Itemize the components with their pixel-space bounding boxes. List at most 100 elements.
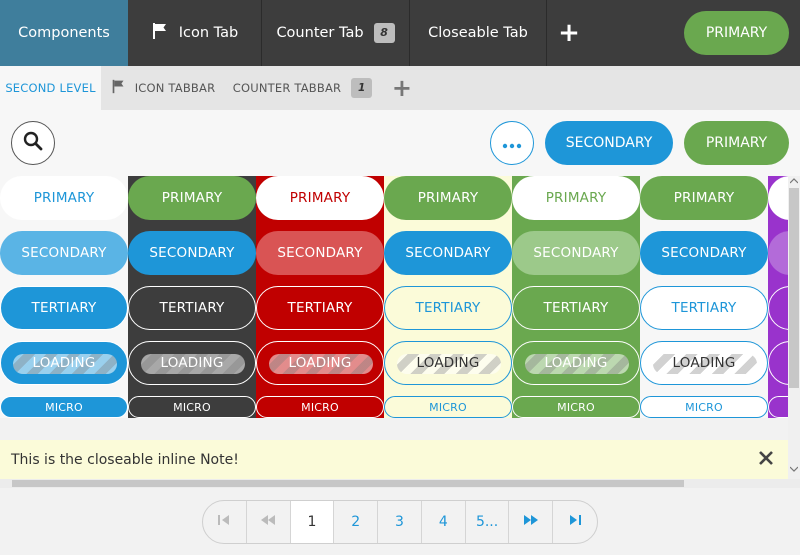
micro-button[interactable]: MICRO xyxy=(640,396,768,418)
button-column-light: PRIMARY SECONDARY TERTIARY LOADING MICRO xyxy=(384,176,512,418)
button-label: TERTIARY xyxy=(287,300,353,316)
tab-label: SECOND LEVEL xyxy=(5,81,96,95)
button-label: TERTIARY xyxy=(671,300,737,316)
button-label: PRIMARY xyxy=(673,190,735,206)
page-button-4[interactable]: 4 xyxy=(422,501,466,543)
tab-label: Icon Tab xyxy=(178,25,239,41)
secondary-button[interactable]: SECONDARY xyxy=(128,231,256,275)
button-column-purple xyxy=(768,176,788,418)
tab-second-level[interactable]: SECOND LEVEL xyxy=(0,66,101,110)
secondary-button[interactable]: SECONDARY xyxy=(512,231,640,275)
loading-button[interactable]: LOADING xyxy=(128,341,256,385)
more-options-button[interactable] xyxy=(490,121,534,165)
primary-button[interactable]: PRIMARY xyxy=(512,176,640,220)
button-label: PRIMARY xyxy=(545,190,607,206)
loading-button[interactable]: LOADING xyxy=(512,341,640,385)
secondary-button[interactable] xyxy=(768,231,788,275)
flag-icon xyxy=(151,22,169,44)
primary-button[interactable] xyxy=(768,176,788,220)
page-number: 5... xyxy=(475,514,499,530)
button-label: SECONDARY xyxy=(149,245,235,261)
button-label: MICRO xyxy=(429,400,467,414)
loading-button[interactable]: LOADING xyxy=(640,341,768,385)
tertiary-button[interactable]: TERTIARY xyxy=(128,286,256,330)
tab-label: COUNTER TABBAR xyxy=(232,81,342,95)
tertiary-button[interactable]: TERTIARY xyxy=(640,286,768,330)
toolbar: SECONDARY PRIMARY xyxy=(0,110,800,176)
tab-label: Components xyxy=(18,25,110,41)
loading-button[interactable]: LOADING xyxy=(0,341,128,385)
loading-button[interactable]: LOADING xyxy=(256,341,384,385)
tab-counter-tab[interactable]: Counter Tab 8 xyxy=(262,0,410,66)
page-button-1[interactable]: 1 xyxy=(290,501,335,543)
scroll-up-icon[interactable] xyxy=(788,176,800,188)
vertical-scroll-thumb[interactable] xyxy=(789,188,799,388)
primary-button[interactable]: PRIMARY xyxy=(256,176,384,220)
tab-components[interactable]: Components xyxy=(0,0,128,66)
last-page-button[interactable] xyxy=(553,501,597,543)
counter-badge: 8 xyxy=(373,23,395,43)
micro-button[interactable]: MICRO xyxy=(0,396,128,418)
toolbar-secondary-button[interactable]: SECONDARY xyxy=(545,121,673,165)
vertical-scrollbar[interactable] xyxy=(788,176,800,479)
secondary-button[interactable]: SECONDARY xyxy=(640,231,768,275)
tab-label: Counter Tab xyxy=(276,25,364,41)
button-label: SECONDARY xyxy=(277,245,363,261)
button-label: PRIMARY xyxy=(289,190,351,206)
button-column-white: PRIMARY SECONDARY TERTIARY LOADING MICRO xyxy=(640,176,768,418)
tab-icon-tabbar[interactable]: ICON TABBAR xyxy=(101,66,225,110)
search-icon xyxy=(23,131,43,155)
tab-closeable-tab[interactable]: Closeable Tab xyxy=(410,0,547,66)
secondary-button[interactable]: SECONDARY xyxy=(384,231,512,275)
page-button-5-more[interactable]: 5... xyxy=(466,501,510,543)
page-button-2[interactable]: 2 xyxy=(334,501,379,543)
toolbar-primary-button[interactable]: PRIMARY xyxy=(684,121,789,165)
primary-button[interactable]: PRIMARY xyxy=(128,176,256,220)
button-label: SECONDARY xyxy=(661,245,747,261)
previous-pages-button[interactable] xyxy=(247,501,291,543)
first-page-button[interactable] xyxy=(203,501,247,543)
next-pages-icon xyxy=(523,514,539,530)
next-pages-button[interactable] xyxy=(509,501,554,543)
search-button[interactable] xyxy=(11,121,55,165)
page-button-3[interactable]: 3 xyxy=(378,501,422,543)
tab-icon-tab[interactable]: Icon Tab xyxy=(128,0,262,66)
add-tab-button[interactable]: + xyxy=(547,0,591,66)
button-label: MICRO xyxy=(173,400,211,414)
last-page-icon xyxy=(568,514,582,530)
primary-button[interactable]: PRIMARY xyxy=(0,176,128,220)
tertiary-button[interactable]: TERTIARY xyxy=(256,286,384,330)
note-close-button[interactable] xyxy=(754,448,778,472)
micro-button[interactable] xyxy=(768,396,788,418)
ellipsis-icon xyxy=(502,134,522,153)
button-column-default: PRIMARY SECONDARY TERTIARY LOADING MICRO xyxy=(0,176,128,418)
micro-button[interactable]: MICRO xyxy=(384,396,512,418)
micro-button[interactable]: MICRO xyxy=(256,396,384,418)
button-label: MICRO xyxy=(301,400,339,414)
loading-button[interactable] xyxy=(768,341,788,385)
button-label: PRIMARY xyxy=(705,25,768,41)
micro-button[interactable]: MICRO xyxy=(128,396,256,418)
add-tabbar-button[interactable]: + xyxy=(380,66,424,110)
paginator: 1 2 3 4 5... xyxy=(202,500,598,544)
tab-counter-tabbar[interactable]: COUNTER TABBAR 1 xyxy=(225,66,380,110)
horizontal-scrollbar[interactable] xyxy=(0,479,800,488)
tertiary-button[interactable]: TERTIARY xyxy=(384,286,512,330)
secondary-button[interactable]: SECONDARY xyxy=(256,231,384,275)
button-grid: PRIMARY SECONDARY TERTIARY LOADING MICRO… xyxy=(0,176,788,418)
tertiary-button[interactable]: TERTIARY xyxy=(0,286,128,330)
counter-badge: 1 xyxy=(351,78,373,98)
tertiary-button[interactable]: TERTIARY xyxy=(512,286,640,330)
primary-button[interactable]: PRIMARY xyxy=(640,176,768,220)
inline-note: This is the closeable inline Note! xyxy=(0,440,788,480)
micro-button[interactable]: MICRO xyxy=(512,396,640,418)
top-primary-button[interactable]: PRIMARY xyxy=(684,11,789,55)
top-tabbar: Components Icon Tab Counter Tab 8 Closea… xyxy=(0,0,800,66)
loading-button[interactable]: LOADING xyxy=(384,341,512,385)
horizontal-scroll-thumb[interactable] xyxy=(12,480,684,487)
scroll-down-icon[interactable] xyxy=(788,464,800,476)
primary-button[interactable]: PRIMARY xyxy=(384,176,512,220)
secondary-button[interactable]: SECONDARY xyxy=(0,231,128,275)
second-tabbar: SECOND LEVEL ICON TABBAR COUNTER TABBAR … xyxy=(0,66,800,110)
tertiary-button[interactable] xyxy=(768,286,788,330)
